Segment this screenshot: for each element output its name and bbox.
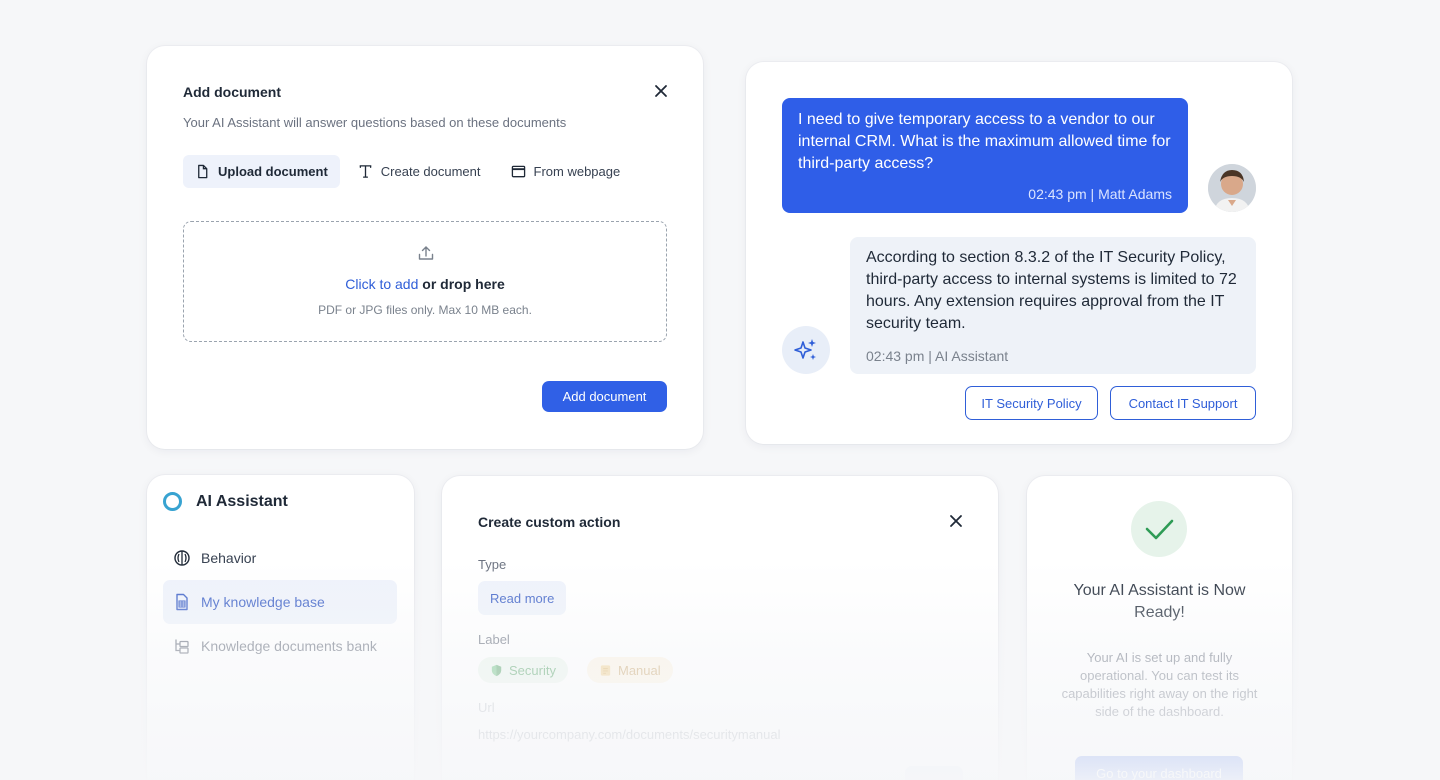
ai-message-text: According to section 8.3.2 of the IT Sec… <box>866 249 1237 332</box>
tab-label: From webpage <box>533 164 621 179</box>
close-icon[interactable] <box>946 511 966 531</box>
assistant-sidebar: AI Assistant Behavior My knowledge base … <box>147 475 414 780</box>
sparkles-icon <box>794 339 816 360</box>
ai-message-bubble: According to section 8.3.2 of the IT Sec… <box>850 237 1256 374</box>
ai-assistant-avatar <box>782 326 830 374</box>
type-select-read-more[interactable]: Read more <box>478 581 567 615</box>
tab-upload-document[interactable]: Upload document <box>183 155 340 188</box>
tag-manual[interactable]: Manual <box>587 657 673 683</box>
folder-tree-icon <box>173 637 191 655</box>
add-document-card: Add document Your AI Assistant will answ… <box>147 46 703 449</box>
brand-name: AI Assistant <box>196 492 288 510</box>
ready-description: Your AI is set up and fully operational.… <box>1061 650 1258 719</box>
label-field-label: Label <box>478 632 510 647</box>
add-document-subtitle: Your AI Assistant will answer questions … <box>183 115 567 130</box>
tab-from-webpage[interactable]: From webpage <box>499 155 633 188</box>
file-icon <box>195 164 210 179</box>
tag-security[interactable]: Security <box>478 657 568 683</box>
sidebar-item-label: My knowledge base <box>201 594 325 610</box>
url-field-label: Url <box>478 700 495 715</box>
click-to-add-link[interactable]: Click to add <box>345 276 418 292</box>
user-message-meta: 02:43 pm | Matt Adams <box>1028 186 1172 202</box>
ai-message-meta: 02:43 pm | AI Assistant <box>866 348 1009 364</box>
sidebar-item-knowledge-base[interactable]: My knowledge base <box>163 580 397 624</box>
sidebar-item-label: Behavior <box>201 550 257 566</box>
create-custom-action-card: Create custom action Type Read more Labe… <box>442 476 998 780</box>
brand-ring-icon <box>163 492 182 511</box>
note-icon <box>599 664 612 677</box>
it-security-policy-button[interactable]: IT Security Policy <box>965 386 1098 420</box>
tab-create-document[interactable]: Create document <box>346 155 493 188</box>
sidebar-item-label: Knowledge documents bank <box>201 638 377 654</box>
avatar <box>1208 164 1256 212</box>
success-badge <box>1131 501 1187 557</box>
contact-it-support-button[interactable]: Contact IT Support <box>1110 386 1256 420</box>
dropzone-hint: PDF or JPG files only. Max 10 MB each. <box>318 303 532 317</box>
file-dropzone[interactable]: Click to add or drop here PDF or JPG fil… <box>183 221 667 342</box>
upload-icon <box>418 246 434 260</box>
drop-here-text: or drop here <box>418 276 505 292</box>
brain-icon <box>173 549 191 567</box>
browser-icon <box>511 164 526 179</box>
go-to-dashboard-button[interactable]: Go to your dashboard <box>1075 756 1243 780</box>
tag-label: Manual <box>618 662 661 678</box>
assistant-ready-card: Your AI Assistant is Now Ready! Your AI … <box>1027 476 1292 780</box>
sidebar-item-documents-bank[interactable]: Knowledge documents bank <box>163 624 397 668</box>
ready-title: Your AI Assistant is Now Ready! <box>1073 582 1246 621</box>
url-field[interactable]: https://yourcompany.com/documents/securi… <box>478 727 781 742</box>
brand: AI Assistant <box>163 492 288 511</box>
add-document-button[interactable]: Add document <box>542 381 667 412</box>
tab-label: Create document <box>380 164 481 179</box>
chat-card: I need to give temporary access to a ven… <box>746 62 1292 444</box>
sidebar-item-behavior[interactable]: Behavior <box>163 536 397 580</box>
spreadsheet-icon <box>173 593 191 611</box>
type-field-label: Type <box>478 557 507 572</box>
document-source-tabs: Upload document Create document From web… <box>183 155 632 188</box>
checkmark-icon <box>1145 519 1174 540</box>
shield-icon <box>490 664 503 677</box>
save-action-button[interactable] <box>905 766 963 780</box>
user-message-bubble: I need to give temporary access to a ven… <box>782 98 1188 213</box>
text-icon <box>358 164 373 179</box>
tab-label: Upload document <box>218 164 328 179</box>
user-message-text: I need to give temporary access to a ven… <box>798 111 1171 172</box>
custom-action-title: Create custom action <box>478 514 621 530</box>
sidebar-nav: Behavior My knowledge base Knowledge doc… <box>163 536 397 668</box>
add-document-title: Add document <box>183 84 281 100</box>
close-icon[interactable] <box>651 81 671 101</box>
tag-label: Security <box>509 662 556 678</box>
